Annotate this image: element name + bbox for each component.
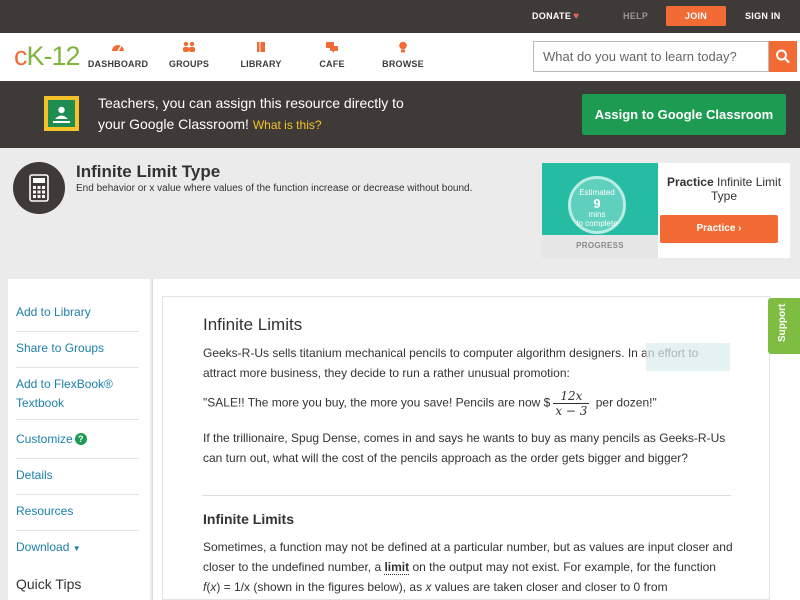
ck12-logo[interactable]: cK-12: [14, 41, 81, 72]
search-button[interactable]: [769, 41, 797, 72]
question-paragraph: If the trillionaire, Spug Dense, comes i…: [203, 431, 726, 465]
logo-num: 12: [51, 41, 81, 71]
nav-browse-label: BROWSE: [382, 59, 424, 69]
groups-icon: [183, 41, 195, 52]
support-tab[interactable]: Support: [768, 298, 800, 354]
help-icon[interactable]: ?: [74, 433, 87, 445]
estimated-time-badge: Estimated 9 mins to complete: [568, 176, 626, 234]
resources-link[interactable]: Resources: [16, 502, 139, 531]
explanation-paragraph: Sometimes, a function may not be defined…: [203, 537, 733, 597]
nav-dashboard-label: DASHBOARD: [87, 59, 149, 69]
search-box: [533, 41, 769, 72]
customize-link[interactable]: Customize?: [16, 430, 139, 459]
banner-line-2: your Google Classroom!: [98, 116, 249, 132]
download-link[interactable]: Download ▼: [16, 538, 139, 567]
price-fraction: 12x x − 3: [553, 389, 590, 418]
sale-text-before: "SALE!! The more you buy, the more you s…: [203, 395, 551, 410]
google-classroom-banner: Teachers, you can assign this resource d…: [0, 81, 800, 148]
calculator-icon: [13, 162, 65, 214]
explanation-text-b: on the output may not exist. For example…: [409, 560, 716, 574]
sidebar: Add to Library Share to Groups Add to Fl…: [8, 279, 150, 600]
limit-keyword-link[interactable]: limit: [384, 560, 410, 575]
logo-c: c: [14, 41, 27, 71]
dashboard-icon: [112, 45, 124, 52]
nav-groups[interactable]: GROUPS: [168, 41, 210, 69]
nav-cafe-label: CAFE: [319, 59, 345, 69]
fraction-denominator: x − 3: [555, 404, 588, 418]
donate-link[interactable]: DONATE ♥: [532, 0, 579, 33]
top-bar: DONATE ♥ HELP JOIN SIGN IN: [0, 0, 800, 33]
caret-down-icon: ▼: [72, 544, 81, 553]
nav-library[interactable]: LIBRARY: [240, 41, 282, 69]
banner-message: Teachers, you can assign this resource d…: [98, 93, 568, 136]
assign-google-classroom-button[interactable]: Assign to Google Classroom: [582, 94, 786, 135]
content-area: Infinite Limits Geeks-R-Us sells titaniu…: [152, 279, 800, 600]
nav-groups-label: GROUPS: [168, 59, 210, 69]
practice-title: Practice Infinite Limit Type: [660, 175, 788, 203]
sale-paragraph: "SALE!! The more you buy, the more you s…: [203, 389, 733, 418]
practice-bold: Practice: [666, 175, 714, 189]
add-to-flexbook-label: Add to FlexBook®: [16, 377, 113, 391]
what-is-this-link[interactable]: What is this?: [253, 118, 322, 132]
search-input[interactable]: [534, 42, 768, 71]
practice-title-text: Infinite Limit Type: [710, 175, 782, 203]
section-divider: [203, 495, 731, 496]
browse-icon: [399, 41, 407, 53]
download-label: Download: [16, 540, 70, 554]
progress-label: PROGRESS: [576, 241, 624, 250]
explanation-text-d: ) = 1/x (shown in the figures below), as: [216, 580, 426, 594]
lesson-card: Infinite Limits Geeks-R-Us sells titaniu…: [162, 296, 770, 600]
add-to-library-link[interactable]: Add to Library: [16, 303, 139, 332]
explanation-text-e: values are taken closer and closer to 0 …: [431, 580, 668, 594]
nav-browse[interactable]: BROWSE: [381, 41, 425, 69]
cafe-icon: [326, 42, 338, 53]
nav-cafe[interactable]: CAFE: [318, 41, 346, 69]
practice-button-label: Practice: [696, 223, 736, 234]
practice-button[interactable]: Practice ›: [660, 215, 778, 243]
page-title: Infinite Limit Type: [76, 162, 221, 181]
quick-tips-heading: Quick Tips: [16, 576, 82, 592]
sale-text-after: per dozen!": [592, 395, 657, 410]
minutes-label: mins: [588, 210, 606, 219]
support-label: Support: [777, 303, 788, 342]
banner-line-1: Teachers, you can assign this resource d…: [98, 95, 404, 111]
section-heading: Infinite Limits: [203, 511, 294, 527]
sign-in-link[interactable]: SIGN IN: [745, 0, 781, 33]
donate-label: DONATE: [532, 11, 572, 21]
lesson-title: Infinite Limits: [203, 315, 303, 334]
help-link[interactable]: HELP: [623, 0, 648, 33]
library-icon: [257, 42, 265, 52]
logo-dash: -: [43, 41, 53, 71]
page-subtitle: End behavior or x value where values of …: [76, 183, 473, 194]
join-button[interactable]: JOIN: [666, 6, 726, 26]
fraction-numerator: 12x: [553, 389, 590, 404]
details-link[interactable]: Details: [16, 466, 139, 495]
progress-panel: Estimated 9 mins to complete PROGRESS: [542, 163, 658, 258]
heart-icon: ♥: [573, 11, 580, 22]
estimated-minutes: 9: [593, 196, 601, 211]
main-nav: cK-12 DASHBOARD GROUPS LIBRARY CAFE BROW…: [0, 33, 800, 81]
floating-toolbar: [646, 343, 730, 371]
chevron-right-icon: ›: [738, 223, 742, 234]
share-to-groups-link[interactable]: Share to Groups: [16, 339, 139, 368]
practice-card: Estimated 9 mins to complete PROGRESS Pr…: [542, 163, 790, 258]
customize-label: Customize: [16, 432, 73, 446]
concept-header: Infinite Limit Type End behavior or x va…: [0, 148, 800, 268]
nav-dashboard[interactable]: DASHBOARD: [87, 41, 149, 69]
add-to-flexbook-link[interactable]: Add to FlexBook® Textbook: [16, 375, 139, 420]
to-complete-label: to complete: [576, 219, 618, 228]
textbook-label: Textbook: [16, 396, 65, 410]
google-classroom-icon: [44, 96, 79, 131]
logo-k: K: [26, 41, 45, 71]
search-icon: [776, 49, 790, 64]
nav-library-label: LIBRARY: [240, 59, 282, 69]
